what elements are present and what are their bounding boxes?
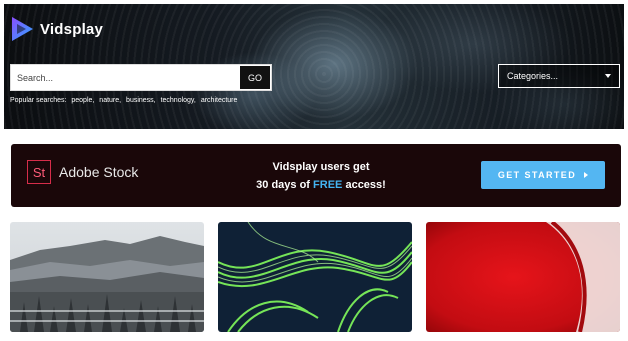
video-thumbnail-green-fibers[interactable] [218, 222, 412, 332]
play-logo-icon [12, 17, 33, 41]
categories-selected-value: Categories... [507, 71, 559, 81]
popular-search-link[interactable]: architecture [201, 97, 238, 104]
search-go-button[interactable]: GO [239, 65, 271, 90]
promo-line-2-before: 30 days of [256, 179, 310, 191]
popular-search-link[interactable]: business, [126, 97, 156, 104]
chevron-right-icon [584, 172, 589, 178]
chevron-down-icon [605, 74, 611, 78]
categories-dropdown[interactable]: Categories... [498, 64, 620, 88]
popular-search-link[interactable]: technology, [161, 97, 196, 104]
promo-free-highlight: FREE [313, 179, 343, 191]
promo-line-2-after: access! [345, 179, 386, 191]
green-fibers-thumbnail-icon [218, 222, 412, 332]
get-started-label: GET STARTED [497, 170, 577, 180]
get-started-button[interactable]: GET STARTED [481, 161, 605, 189]
video-thumbnail-snowy-forest[interactable] [10, 222, 204, 332]
site-logo[interactable]: Vidsplay [10, 16, 103, 42]
popular-search-link[interactable]: nature, [99, 97, 121, 104]
promo-line-2: 30 days of FREE access! [221, 176, 421, 194]
snowy-forest-thumbnail-icon [10, 222, 204, 332]
adobe-stock-brand: Adobe Stock [59, 164, 139, 180]
promo-text: Vidsplay users get 30 days of FREE acces… [221, 158, 421, 194]
popular-searches: Popular searches: people, nature, busine… [10, 97, 237, 104]
red-abstract-thumbnail-icon [426, 222, 620, 332]
search-input[interactable] [11, 65, 239, 90]
popular-searches-label: Popular searches: [10, 97, 67, 104]
hero-header: Vidsplay GO Popular searches: people, na… [4, 4, 624, 129]
promo-line-1: Vidsplay users get [272, 161, 370, 173]
adobe-stock-banner[interactable]: St Adobe Stock Vidsplay users get 30 day… [11, 144, 621, 207]
search-bar: GO [10, 64, 272, 91]
popular-search-link[interactable]: people, [71, 97, 94, 104]
brand-name: Vidsplay [40, 20, 104, 38]
adobe-stock-logo-icon: St [27, 160, 51, 184]
adobe-stock-logo-mark: St [32, 164, 46, 180]
video-thumbnail-red-abstract[interactable] [426, 222, 620, 332]
